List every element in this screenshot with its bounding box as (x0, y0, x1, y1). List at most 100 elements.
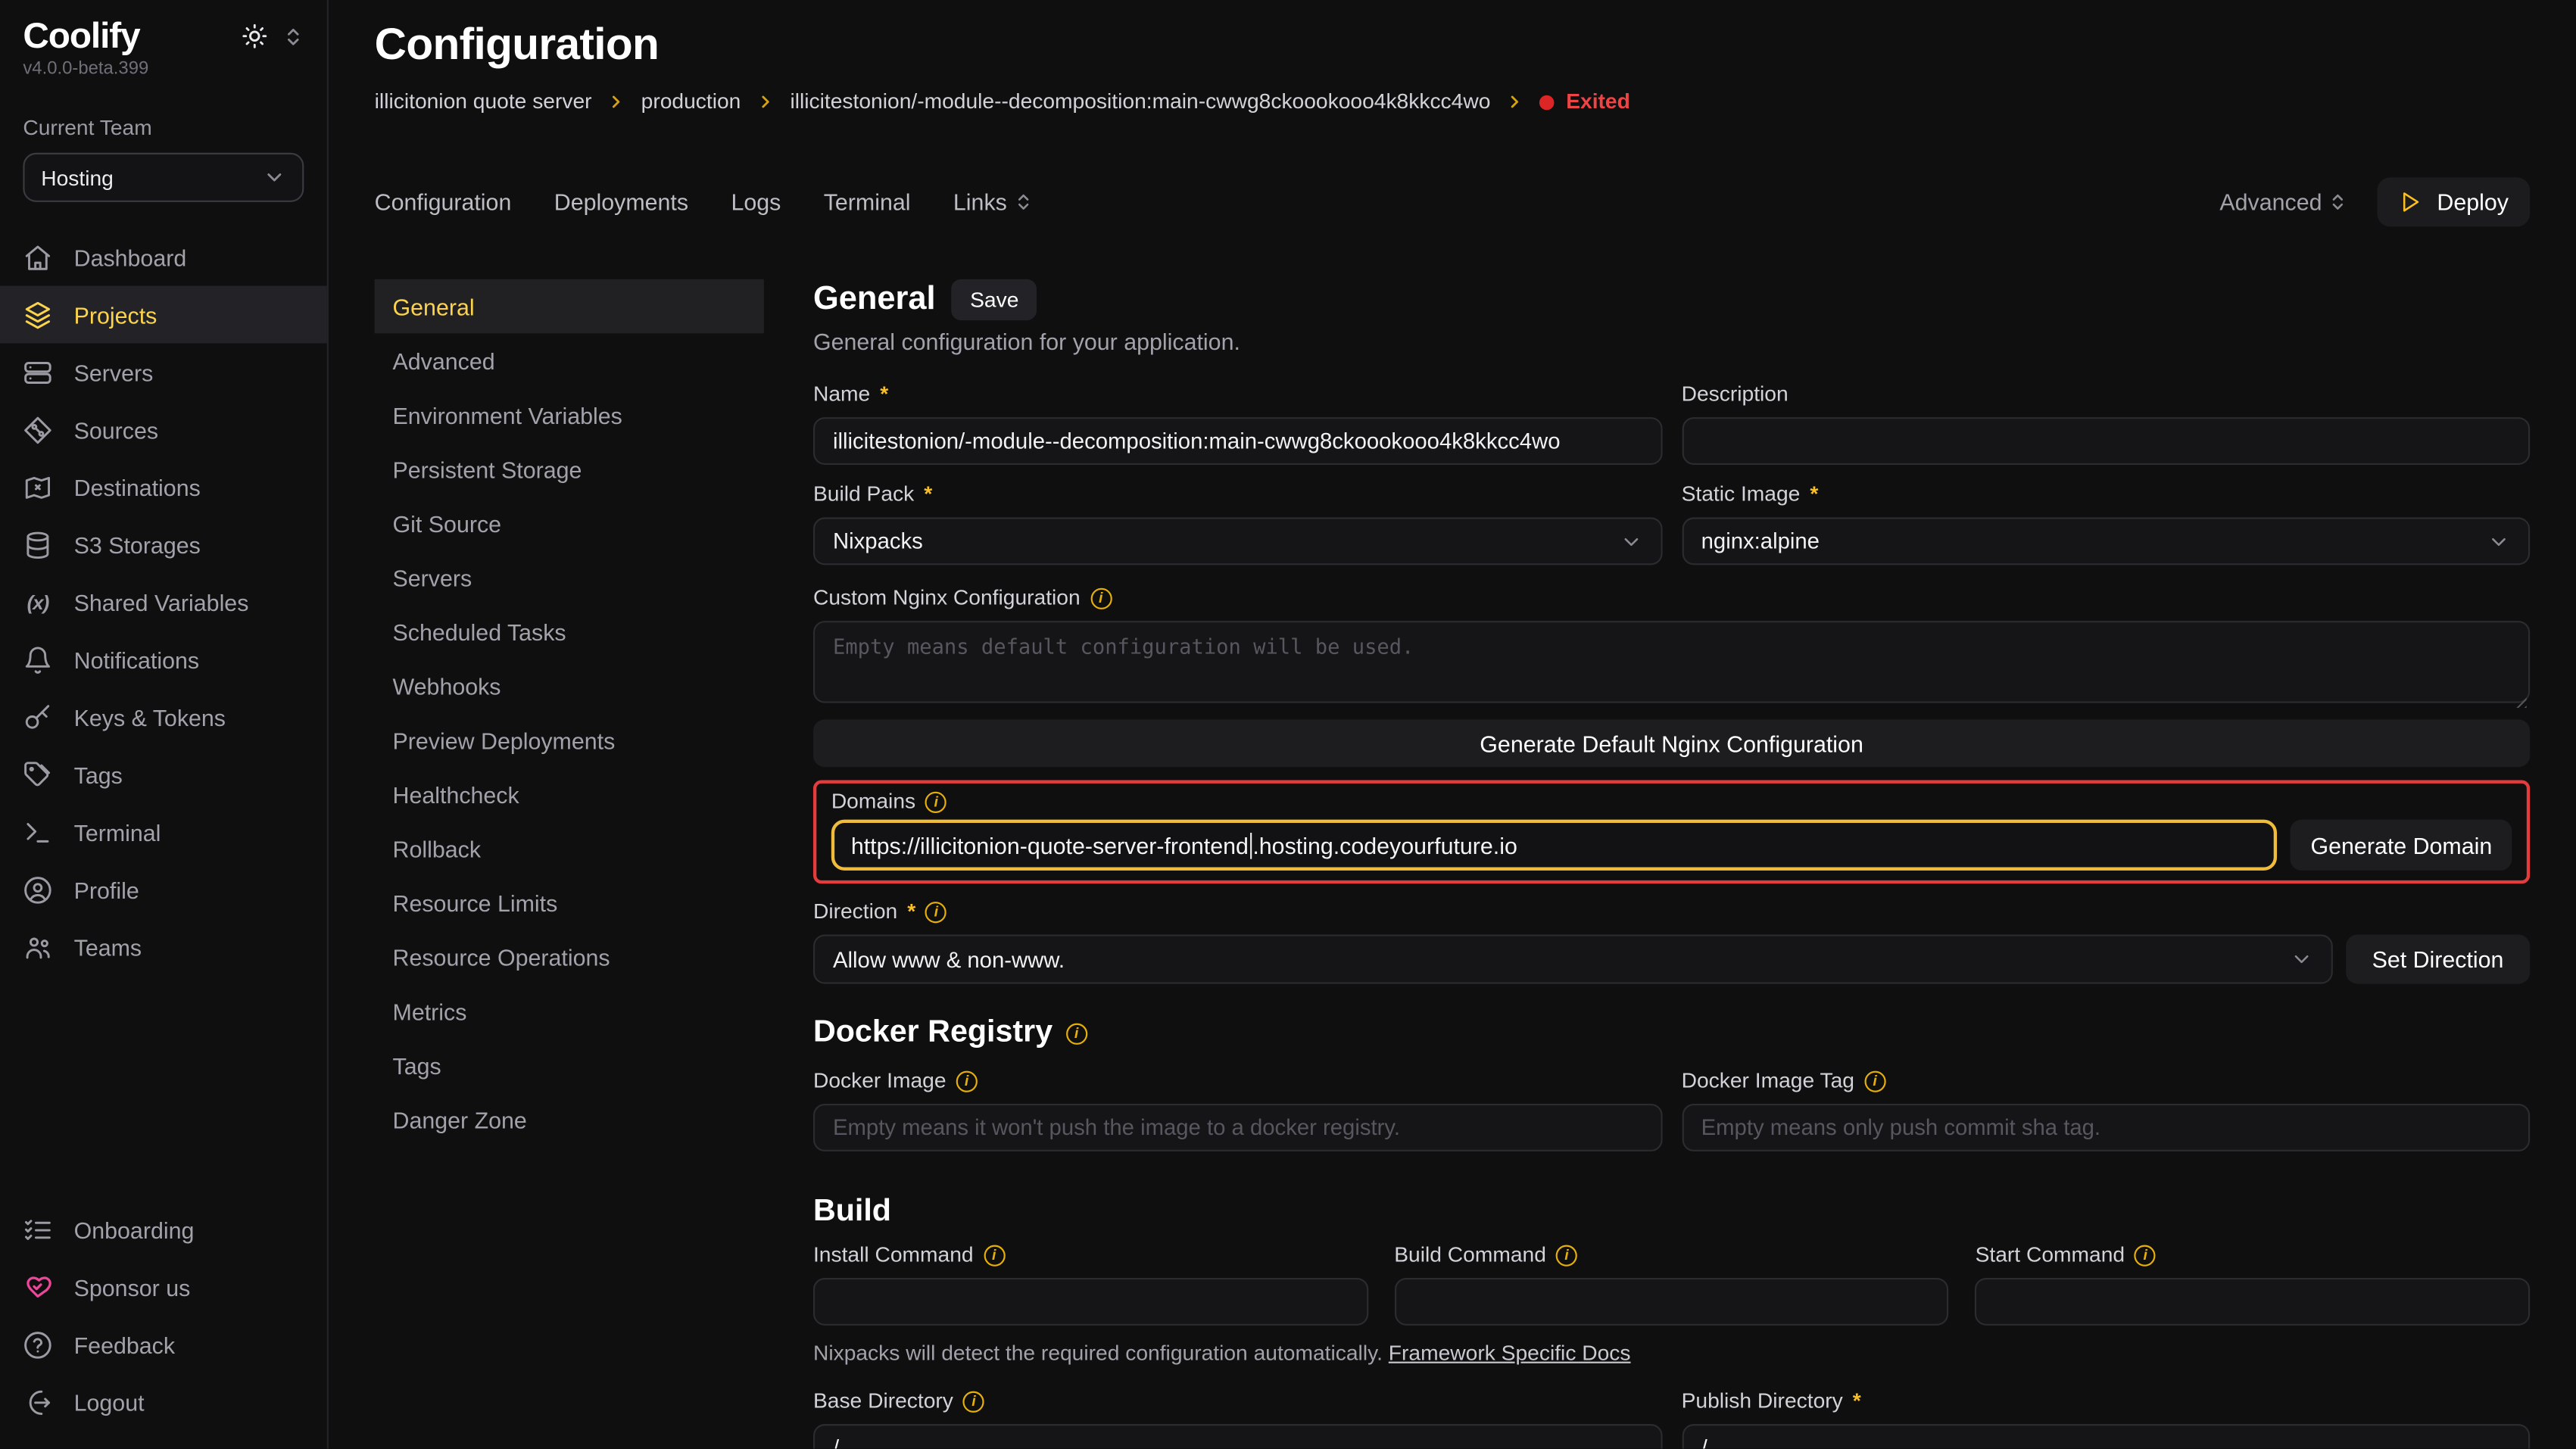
tab-terminal[interactable]: Terminal (824, 189, 911, 216)
help-icon (23, 1329, 52, 1359)
direction-select[interactable]: Allow www & non-www. (813, 935, 2333, 984)
deploy-button[interactable]: Deploy (2378, 177, 2530, 226)
sidebar-item-servers[interactable]: Servers (0, 343, 327, 400)
generate-domain-button[interactable]: Generate Domain (2291, 820, 2512, 871)
coolify-app: Coolify v4.0.0-beta.399 Current Team Hos… (0, 0, 2576, 1449)
key-icon (23, 703, 52, 732)
static-image-select[interactable]: nginx:alpine (1682, 517, 2531, 565)
chevron-down-icon (2487, 530, 2510, 553)
sidebar-item-label: Tags (74, 762, 123, 788)
sidebar-item-label: Servers (74, 359, 154, 385)
save-button[interactable]: Save (952, 279, 1037, 320)
sidebar-item-logout[interactable]: Logout (0, 1373, 327, 1431)
section-subtitle: General configuration for your applicati… (813, 329, 2530, 355)
sidebar-item-shared-variables[interactable]: (x) Shared Variables (0, 573, 327, 631)
sidebar-item-label: Projects (74, 301, 157, 328)
sidebar-item-terminal[interactable]: Terminal (0, 803, 327, 861)
tab-logs[interactable]: Logs (731, 189, 781, 216)
set-direction-button[interactable]: Set Direction (2346, 935, 2530, 984)
config-menu-danger-zone[interactable]: Danger Zone (375, 1092, 764, 1147)
sidebar-item-label: Logout (74, 1388, 145, 1415)
config-menu-general[interactable]: General (375, 279, 764, 334)
sidebar-item-label: Feedback (74, 1331, 175, 1357)
sidebar-item-onboarding[interactable]: Onboarding (0, 1201, 327, 1258)
config-menu-git-source[interactable]: Git Source (375, 496, 764, 550)
chevrons-up-down-icon (2328, 192, 2348, 212)
config-menu-preview-deployments[interactable]: Preview Deployments (375, 713, 764, 768)
team-select[interactable]: Hosting (23, 153, 304, 202)
sidebar-item-label: Destinations (74, 474, 201, 500)
install-command-label: Install Commandi (813, 1242, 1368, 1268)
theme-toggle-sun-icon[interactable] (242, 23, 268, 49)
direction-label: Direction*i (813, 899, 2530, 925)
start-command-input[interactable] (1976, 1278, 2531, 1326)
build-command-input[interactable] (1394, 1278, 1949, 1326)
tab-deployments[interactable]: Deployments (554, 189, 688, 216)
build-command-label: Build Commandi (1394, 1242, 1949, 1268)
config-menu-resource-limits[interactable]: Resource Limits (375, 875, 764, 930)
sidebar-item-teams[interactable]: Teams (0, 918, 327, 976)
config-menu-environment-variables[interactable]: Environment Variables (375, 388, 764, 442)
sidebar-item-projects[interactable]: Projects (0, 286, 327, 344)
config-menu-metrics[interactable]: Metrics (375, 984, 764, 1039)
config-menu-resource-operations[interactable]: Resource Operations (375, 930, 764, 984)
base-directory-input[interactable] (813, 1424, 1662, 1449)
framework-docs-link[interactable]: Framework Specific Docs (1389, 1340, 1631, 1365)
breadcrumb-application[interactable]: illicitestonion/-module--decomposition:m… (790, 89, 1490, 115)
install-command-input[interactable] (813, 1278, 1368, 1326)
page-title: Configuration (375, 20, 2531, 69)
generate-nginx-config-button[interactable]: Generate Default Nginx Configuration (813, 719, 2530, 767)
sidebar-item-s3-storages[interactable]: S3 Storages (0, 516, 327, 573)
sidebar-item-keys-tokens[interactable]: Keys & Tokens (0, 688, 327, 746)
info-icon: i (1065, 1023, 1087, 1044)
config-menu-servers[interactable]: Servers (375, 550, 764, 605)
config-menu-healthcheck[interactable]: Healthcheck (375, 767, 764, 821)
sidebar-item-tags[interactable]: Tags (0, 746, 327, 803)
tab-configuration[interactable]: Configuration (375, 189, 512, 216)
config-menu-webhooks[interactable]: Webhooks (375, 659, 764, 713)
docker-image-tag-input[interactable] (1682, 1104, 2531, 1151)
domain-value-after-caret: .hosting.codeyourfuture.io (1252, 832, 1517, 858)
sidebar-item-destinations[interactable]: Destinations (0, 458, 327, 516)
sidebar-collapse-icon[interactable] (282, 26, 304, 47)
config-menu-advanced[interactable]: Advanced (375, 333, 764, 388)
config-menu-rollback[interactable]: Rollback (375, 821, 764, 876)
chevron-down-icon (1619, 530, 1642, 553)
main-content: Configuration illicitonion quote server … (329, 0, 2576, 1449)
logout-icon (23, 1387, 52, 1416)
name-input[interactable] (813, 417, 1662, 465)
status-dot-icon (1539, 95, 1555, 110)
status-badge: Exited (1539, 89, 1629, 115)
sidebar-item-label: Profile (74, 876, 139, 902)
home-icon (23, 242, 52, 272)
custom-nginx-textarea[interactable] (813, 621, 2530, 703)
domains-input[interactable]: https://illicitonion-quote-server-fronte… (831, 820, 2278, 871)
checklist-icon (23, 1214, 52, 1244)
sidebar-item-label: Shared Variables (74, 589, 249, 615)
sidebar-item-dashboard[interactable]: Dashboard (0, 229, 327, 286)
sidebar-item-label: Sources (74, 416, 158, 443)
team-select-value: Hosting (41, 165, 114, 190)
sidebar-item-sources[interactable]: Sources (0, 400, 327, 458)
advanced-dropdown[interactable]: Advanced (2219, 189, 2348, 216)
config-menu-tags[interactable]: Tags (375, 1038, 764, 1092)
sidebar-item-label: Notifications (74, 647, 199, 673)
breadcrumb-environment[interactable]: production (641, 89, 741, 115)
sidebar-item-feedback[interactable]: Feedback (0, 1316, 327, 1373)
heart-icon (23, 1272, 52, 1301)
publish-directory-input[interactable] (1682, 1424, 2531, 1449)
docker-image-input[interactable] (813, 1104, 1662, 1151)
sidebar-item-notifications[interactable]: Notifications (0, 631, 327, 688)
domain-value-before-caret: https://illicitonion-quote-server-fronte… (851, 832, 1249, 858)
tab-links[interactable]: Links (953, 189, 1034, 216)
sidebar-item-sponsor-us[interactable]: Sponsor us (0, 1258, 327, 1316)
build-pack-select[interactable]: Nixpacks (813, 517, 1662, 565)
name-label: Name* (813, 381, 1662, 407)
config-menu-persistent-storage[interactable]: Persistent Storage (375, 442, 764, 497)
sidebar-item-profile[interactable]: Profile (0, 861, 327, 918)
config-menu-scheduled-tasks[interactable]: Scheduled Tasks (375, 604, 764, 659)
info-icon: i (1556, 1244, 1577, 1265)
tab-links-label: Links (953, 189, 1007, 216)
description-input[interactable] (1682, 417, 2531, 465)
breadcrumb-project[interactable]: illicitonion quote server (375, 89, 592, 115)
